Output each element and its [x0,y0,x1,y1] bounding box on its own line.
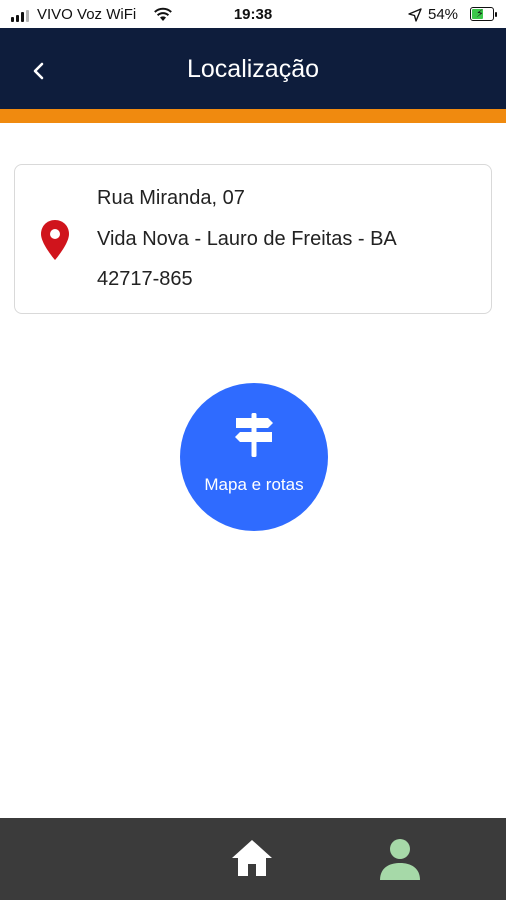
page-title: Localização [186,55,320,83]
map-pin-icon [41,220,69,260]
address-zip: 42717-865 [97,268,193,290]
address-card: Rua Miranda, 07 Vida Nova - Lauro de Fre… [14,164,492,314]
header-accent-bar [0,109,506,123]
battery-percent: 54% [428,6,459,23]
signpost-icon [235,413,273,457]
map-routes-button[interactable]: Mapa e rotas [180,383,328,531]
map-routes-label: Mapa e rotas [204,475,304,494]
status-bar: VIVO Voz WiFi 19:38 54% ⚡ [0,0,506,28]
battery-charging-icon: ⚡ [470,7,497,21]
user-icon[interactable] [378,838,422,880]
address-street: Rua Miranda, 07 [97,187,245,209]
address-district-city: Vida Nova - Lauro de Freitas - BA [97,228,397,250]
bottom-navigation [0,818,506,900]
location-arrow-icon [408,8,422,22]
home-icon[interactable] [230,838,274,878]
app-header: Localização [0,28,506,109]
